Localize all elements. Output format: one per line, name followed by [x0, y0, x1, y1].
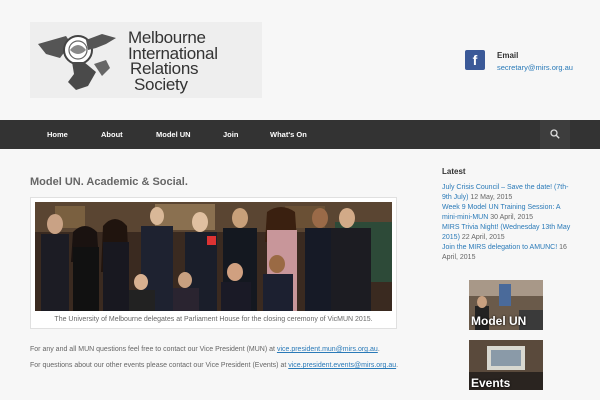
list-item: Week 9 Model UN Training Session: A mini…	[442, 203, 572, 223]
email-label: Email	[497, 51, 519, 60]
site-logo[interactable]: Melbourne International Relations Societ…	[30, 22, 262, 98]
events-contact-end: .	[396, 362, 399, 369]
list-item: MIRS Trivia Night! (Wednesday 13th May 2…	[442, 223, 572, 243]
mun-email-link[interactable]: vice.president.mun@mirs.org.au	[277, 346, 378, 353]
list-item: Join the MIRS delegation to AMUNC! 16 Ap…	[442, 243, 572, 263]
nav-item-about[interactable]: About	[101, 120, 123, 149]
nav-item-model-un[interactable]: Model UN	[156, 120, 191, 149]
post-link[interactable]: Join the MIRS delegation to AMUNC!	[442, 244, 557, 251]
group-photo	[35, 202, 392, 311]
nav-item-whats-on[interactable]: What's On	[270, 120, 307, 149]
featured-photo-figure: The University of Melbourne delegates at…	[30, 197, 397, 329]
model-un-widget-image[interactable]: Model UN	[469, 280, 543, 330]
email-link[interactable]: secretary@mirs.org.au	[497, 63, 573, 72]
mun-contact-text: For any and all MUN questions feel free …	[30, 346, 277, 353]
events-widget-image[interactable]: Events	[469, 340, 543, 390]
latest-posts-list: July Crisis Council – Save the date! (7t…	[442, 183, 572, 263]
logo-wordmark: Melbourne International Relations Societ…	[128, 29, 218, 94]
nav-item-join[interactable]: Join	[223, 120, 238, 149]
mun-contact-paragraph: For any and all MUN questions feel free …	[30, 346, 380, 353]
mun-contact-end: .	[377, 346, 380, 353]
search-button[interactable]	[540, 120, 570, 149]
site-header: Melbourne International Relations Societ…	[0, 0, 600, 120]
main-nav: Home About Model UN Join What's On	[0, 120, 600, 149]
list-item: July Crisis Council – Save the date! (7t…	[442, 183, 572, 203]
events-contact-text: For questions about our other events ple…	[30, 362, 289, 369]
post-date: 30 April, 2015	[488, 214, 534, 221]
events-contact-paragraph: For questions about our other events ple…	[30, 362, 398, 369]
events-email-link[interactable]: vice.president.events@mirs.org.au	[288, 362, 396, 369]
logo-line-4: Society	[134, 74, 188, 94]
facebook-icon[interactable]: f	[465, 50, 485, 70]
search-icon	[550, 129, 560, 139]
page-title: Model UN. Academic & Social.	[30, 176, 188, 188]
events-widget-label: Events	[471, 376, 511, 390]
model-un-widget-label: Model UN	[471, 314, 527, 328]
logo-emblem-icon	[38, 34, 116, 90]
post-date: 12 May, 2015	[468, 194, 513, 201]
latest-heading: Latest	[442, 167, 466, 176]
nav-item-home[interactable]: Home	[47, 120, 68, 149]
post-date: 22 April, 2015	[459, 234, 505, 241]
photo-caption: The University of Melbourne delegates at…	[54, 316, 373, 323]
